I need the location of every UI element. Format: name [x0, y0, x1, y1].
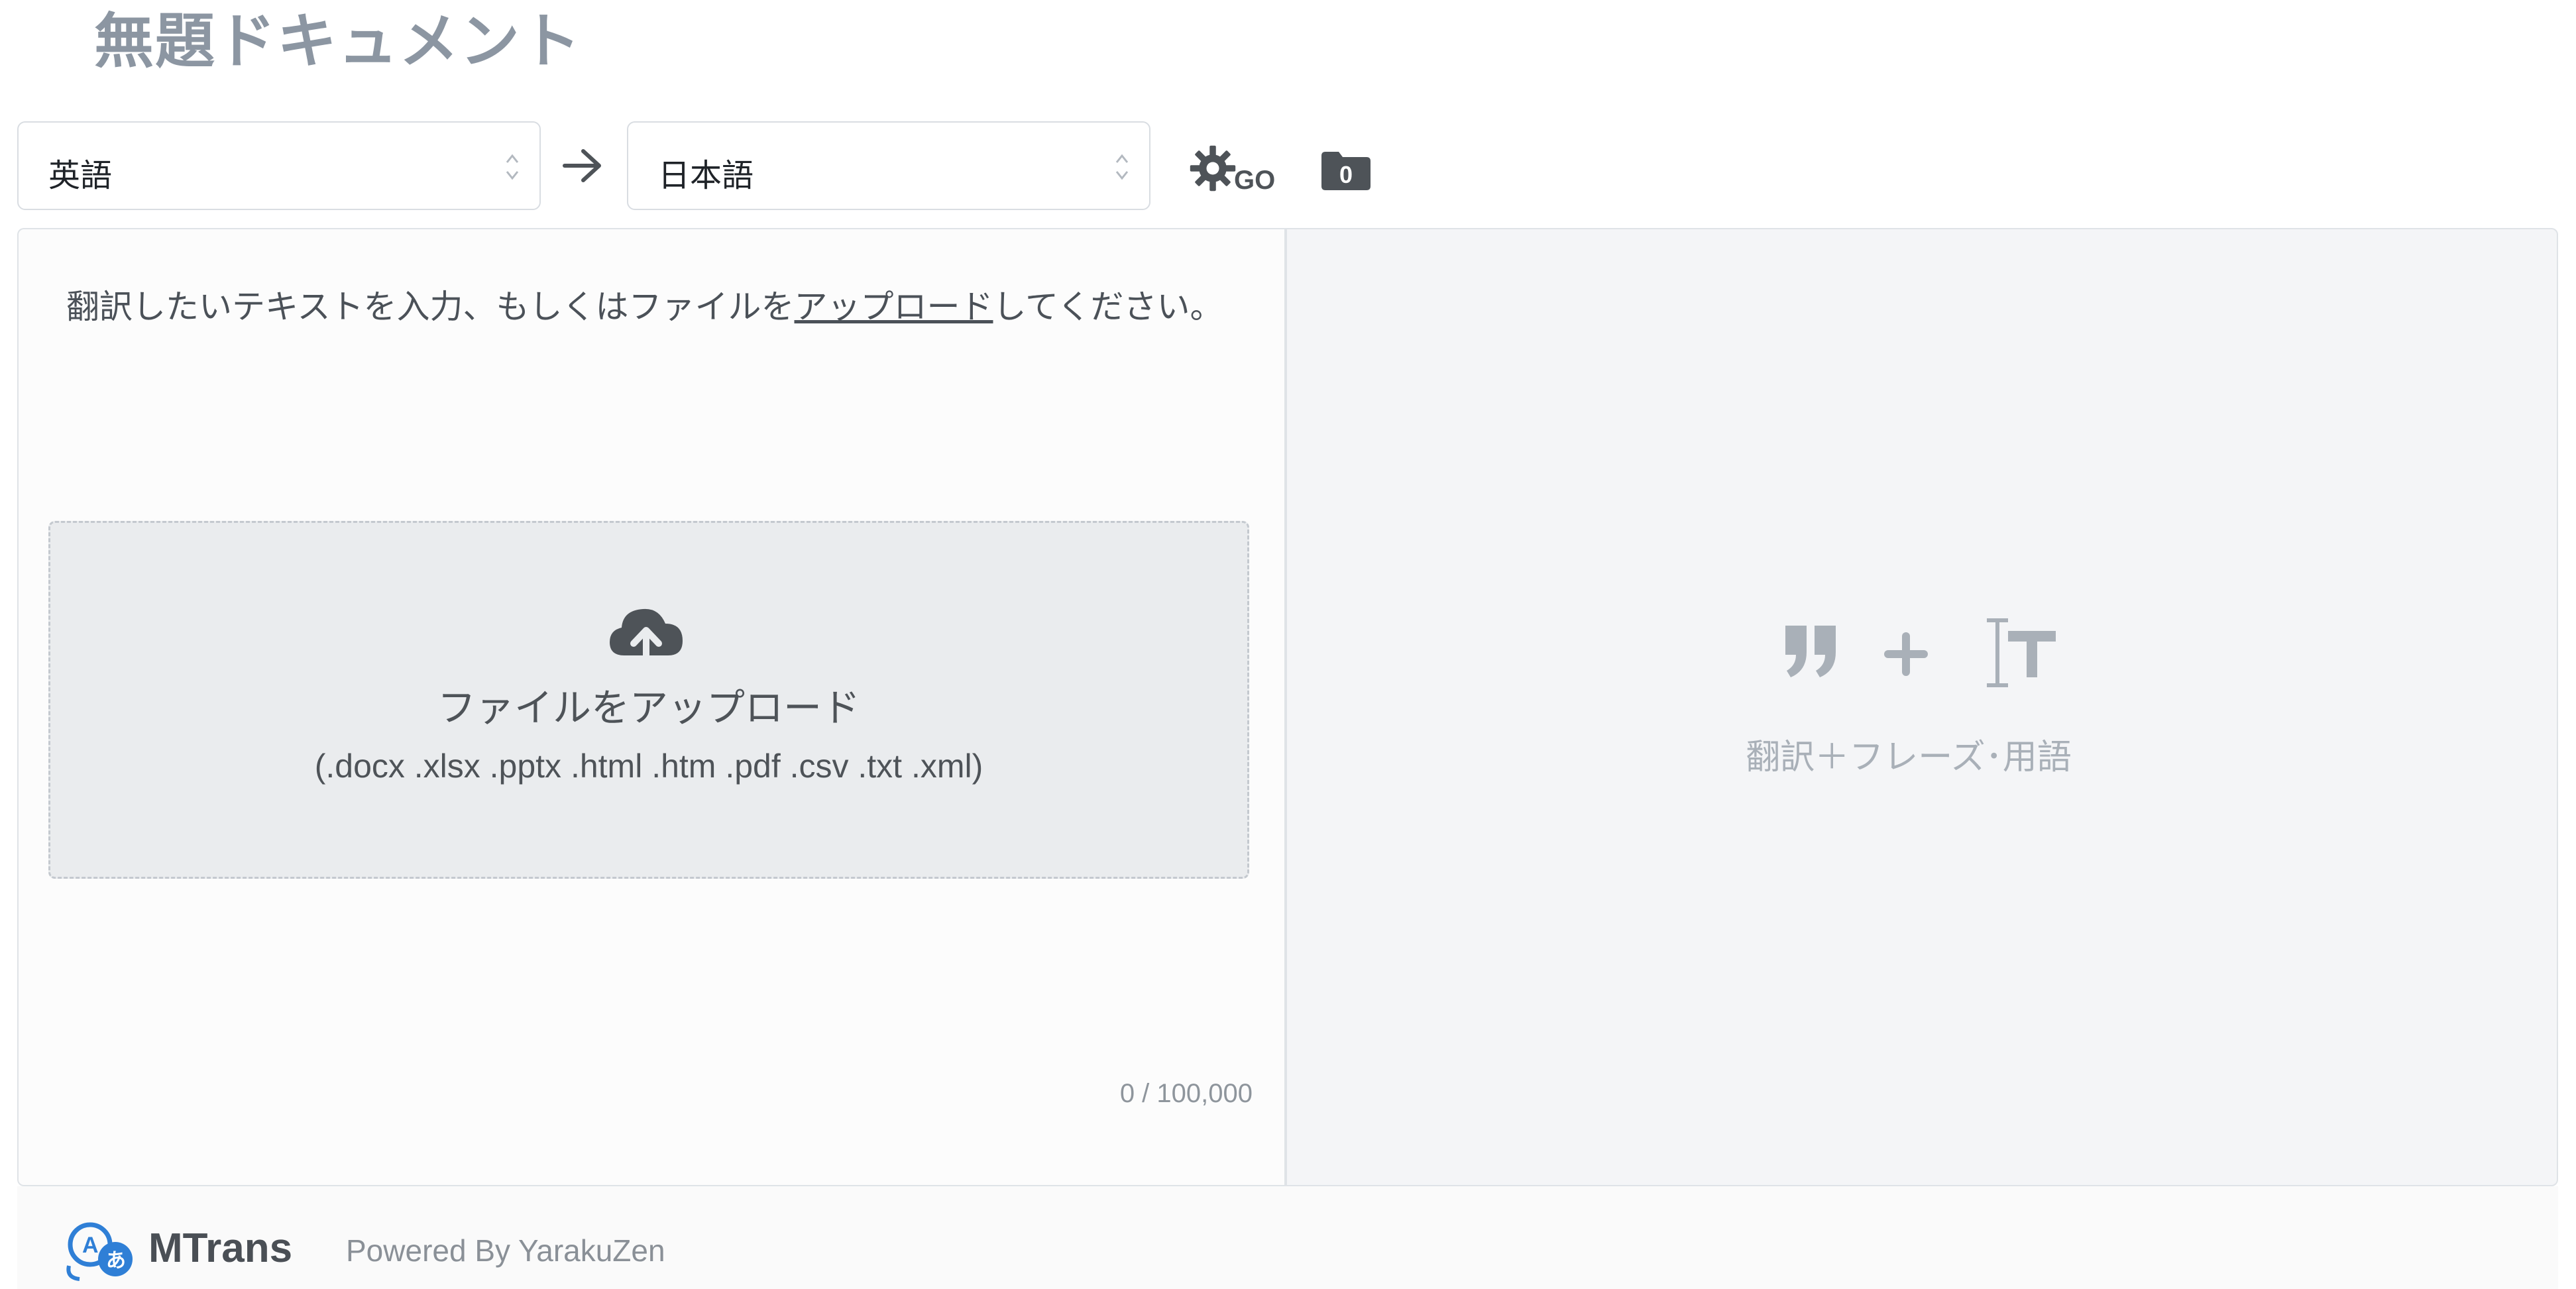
hint-prefix: 翻訳したいテキストを入力、もしくはファイルを [66, 288, 795, 326]
translation-panel [1286, 228, 2558, 1186]
document-title[interactable]: 無題ドキュメント [94, 5, 582, 78]
mtrans-logo-icon: A あ [66, 1222, 133, 1281]
translation-features-caption: 翻訳＋フレーズ･用語 [1746, 738, 2072, 777]
translation-features-icons [1785, 618, 2056, 687]
source-language-value: 英語 [48, 157, 113, 194]
powered-by-text: Powered By YarakuZen [346, 1233, 665, 1268]
plus-icon [1884, 632, 1928, 676]
svg-text:A: A [82, 1233, 99, 1258]
text-cursor-icon [1987, 618, 2056, 687]
target-language-select[interactable]: 日本語 [627, 121, 1150, 210]
gear-icon [1190, 145, 1236, 192]
saved-documents-button[interactable]: 0 [1320, 149, 1372, 192]
chevron-updown-icon [506, 154, 519, 180]
translate-go-button[interactable]: GO [1188, 140, 1284, 201]
supported-formats: (.docx .xlsx .pptx .html .htm .pdf .csv … [314, 748, 983, 785]
panel-divider [1284, 228, 1286, 1186]
arrow-right-icon [563, 149, 601, 182]
cloud-upload-icon [610, 608, 683, 668]
footer: A あ MTrans Powered By YarakuZen [17, 1186, 2558, 1289]
svg-text:あ: あ [106, 1249, 126, 1272]
chevron-updown-icon [1115, 154, 1129, 180]
upload-title: ファイルをアップロード [437, 685, 860, 730]
character-counter: 0 / 100,000 [1119, 1079, 1253, 1108]
source-language-select[interactable]: 英語 [17, 121, 541, 210]
quote-icon [1785, 626, 1836, 677]
brand-name: MTrans [148, 1225, 293, 1271]
upload-link[interactable]: アップロード [795, 288, 993, 326]
source-input-placeholder[interactable]: 翻訳したいテキストを入力、もしくはファイルをアップロードしてください。 [66, 280, 1223, 328]
go-label: GO [1234, 166, 1276, 195]
file-upload-dropzone[interactable]: ファイルをアップロード (.docx .xlsx .pptx .html .ht… [48, 521, 1249, 879]
hint-suffix: してください。 [993, 288, 1223, 326]
target-language-value: 日本語 [658, 157, 754, 194]
folder-count: 0 [1339, 161, 1353, 188]
